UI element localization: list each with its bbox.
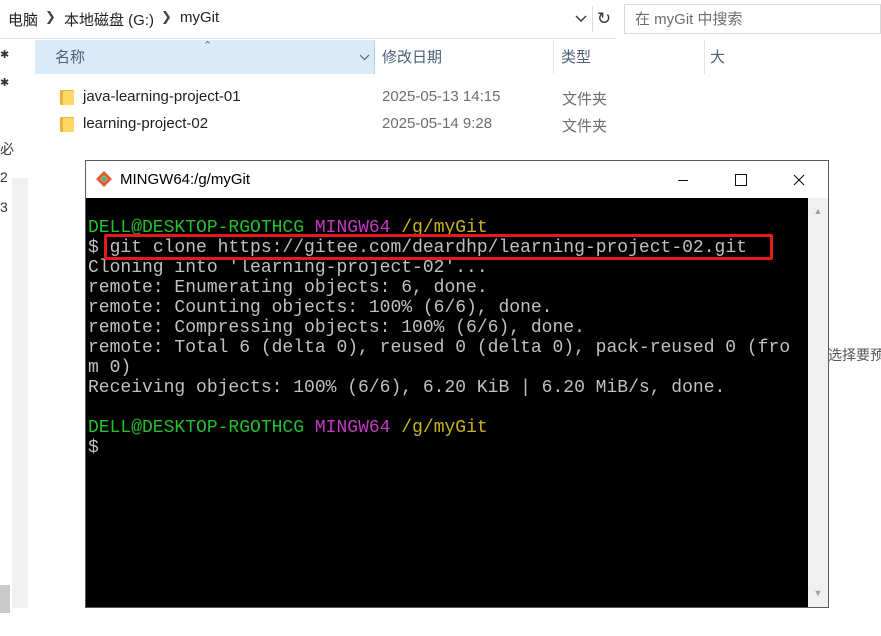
terminal-title-bar[interactable]: MINGW64:/g/myGit bbox=[86, 161, 828, 198]
column-type-header[interactable]: 类型 bbox=[555, 40, 705, 74]
preview-pane-hint: 选择要预 bbox=[828, 347, 881, 363]
nav-item-fragment[interactable]: 必 bbox=[0, 139, 14, 159]
output-line: remote: Total 6 (delta 0), reused 0 (del… bbox=[88, 338, 791, 358]
breadcrumb-mygit[interactable]: myGit bbox=[180, 9, 219, 26]
file-date: 2025-05-13 14:15 bbox=[382, 88, 501, 105]
folder-icon bbox=[60, 117, 74, 132]
pin-icon: ✱ bbox=[0, 77, 10, 89]
folder-icon bbox=[60, 90, 74, 105]
refresh-icon[interactable]: ↻ bbox=[592, 6, 615, 32]
address-bar[interactable]: 电脑 ❯ 本地磁盘 (G:) ❯ myGit ↻ bbox=[0, 0, 616, 39]
column-size-header[interactable]: 大 bbox=[706, 40, 726, 74]
file-row[interactable]: learning-project-02 2025-05-14 9:28 文件夹 bbox=[35, 111, 719, 138]
terminal-window[interactable]: MINGW64:/g/myGit DELL@DESKTOP-RGOTHCG MI… bbox=[85, 160, 829, 608]
scroll-up-icon[interactable]: ▲ bbox=[808, 202, 828, 220]
nav-item-fragment[interactable]: 3 bbox=[0, 199, 8, 215]
prompt-symbol: $ bbox=[88, 238, 99, 258]
command-highlight-box bbox=[104, 234, 773, 260]
nav-scrollbar-thumb[interactable] bbox=[0, 585, 10, 613]
breadcrumb-drive[interactable]: 本地磁盘 (G:) bbox=[64, 9, 154, 30]
output-line: Receiving objects: 100% (6/6), 6.20 KiB … bbox=[88, 378, 726, 398]
chevron-down-icon[interactable] bbox=[359, 40, 370, 76]
file-type: 文件夹 bbox=[562, 91, 608, 108]
column-size-label: 大 bbox=[710, 49, 726, 66]
breadcrumb-this-pc[interactable]: 电脑 bbox=[8, 9, 38, 30]
nav-item-fragment[interactable]: 2 bbox=[0, 169, 8, 185]
prompt-user: DELL@DESKTOP-RGOTHCG bbox=[88, 418, 305, 438]
file-name: java-learning-project-01 bbox=[83, 88, 241, 105]
search-box[interactable] bbox=[624, 4, 881, 34]
prompt-symbol: $ bbox=[88, 438, 99, 458]
file-list-header: ⌃ 名称 修改日期 类型 大 bbox=[35, 40, 725, 74]
file-date: 2025-05-14 9:28 bbox=[382, 115, 493, 132]
output-line: m 0) bbox=[88, 358, 132, 378]
chevron-down-icon[interactable] bbox=[570, 6, 592, 32]
file-name: learning-project-02 bbox=[83, 115, 209, 132]
prompt-path: /g/myGit bbox=[401, 418, 488, 438]
file-type: 文件夹 bbox=[562, 118, 608, 135]
output-line: Cloning into 'learning-project-02'... bbox=[88, 258, 488, 278]
file-row[interactable]: java-learning-project-01 2025-05-13 14:1… bbox=[35, 84, 719, 111]
output-line: remote: Enumerating objects: 6, done. bbox=[88, 278, 488, 298]
chevron-right-icon[interactable]: ❯ bbox=[45, 9, 56, 25]
column-name-header[interactable]: ⌃ 名称 bbox=[35, 40, 375, 74]
maximize-icon[interactable] bbox=[712, 161, 770, 198]
column-date-header[interactable]: 修改日期 bbox=[376, 40, 554, 74]
close-icon[interactable] bbox=[770, 161, 828, 198]
minimize-icon[interactable] bbox=[654, 161, 712, 198]
nav-scrollbar[interactable] bbox=[12, 178, 28, 608]
search-input[interactable] bbox=[633, 5, 877, 33]
column-name-label: 名称 bbox=[55, 49, 86, 66]
input-line[interactable]: $ bbox=[88, 438, 99, 458]
terminal-scrollbar[interactable]: ▲ ▼ bbox=[808, 198, 828, 607]
sort-ascending-icon: ⌃ bbox=[203, 40, 213, 52]
git-icon bbox=[95, 170, 113, 188]
column-type-label: 类型 bbox=[561, 49, 592, 66]
output-line: remote: Compressing objects: 100% (6/6),… bbox=[88, 318, 585, 338]
prompt-line: DELL@DESKTOP-RGOTHCG MINGW64 /g/myGit bbox=[88, 418, 488, 438]
pin-icon: ✱ bbox=[0, 49, 10, 61]
column-date-label: 修改日期 bbox=[382, 49, 443, 66]
scroll-down-icon[interactable]: ▼ bbox=[808, 584, 828, 602]
terminal-title: MINGW64:/g/myGit bbox=[120, 171, 251, 188]
chevron-right-icon[interactable]: ❯ bbox=[161, 9, 172, 25]
prompt-env: MINGW64 bbox=[314, 418, 391, 438]
output-line: remote: Counting objects: 100% (6/6), do… bbox=[88, 298, 553, 318]
